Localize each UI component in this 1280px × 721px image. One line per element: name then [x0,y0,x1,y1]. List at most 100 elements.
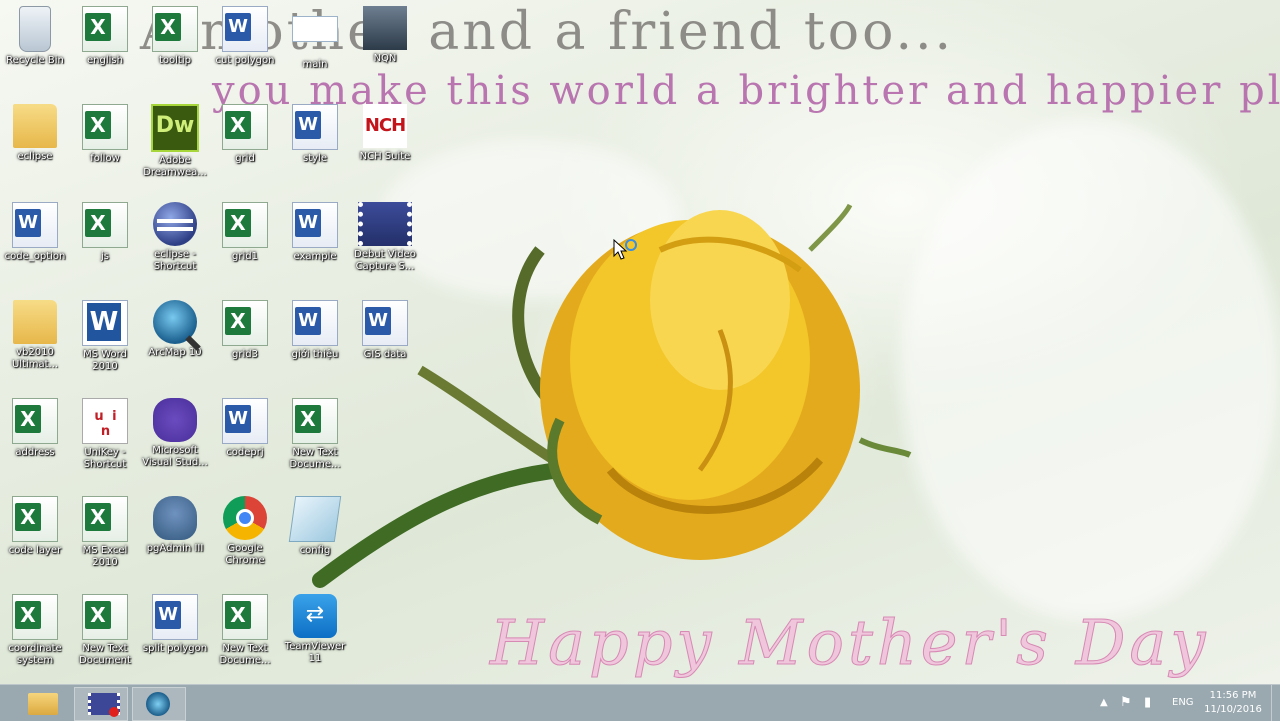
desktop-icon-address[interactable]: address [0,394,70,486]
desktop-icon-label: grid1 [232,251,258,262]
desktop-icon-recycle-bin[interactable]: Recycle Bin [0,2,70,94]
taskbar: ▲ ⚑ ▮ ENG 11:56 PM 11/10/2016 [0,684,1280,721]
desktop-icon-new-text-docume[interactable]: New Text Docume... [280,394,350,486]
desktop-icon-english[interactable]: english [70,2,140,94]
desktop-icon-main[interactable]: main [280,2,350,94]
desktop-icon-grid3[interactable]: grid3 [210,296,280,388]
desktop-icon-example[interactable]: example [280,198,350,290]
desktop-icon-nch-suite[interactable]: NCH NCH Suite [350,100,420,192]
word-file-icon [222,6,268,52]
desktop-icon-code-layer[interactable]: code layer [0,492,70,584]
excel-file-icon [82,202,128,248]
desktop-icon-label: vb2010 Ultimat... [11,347,59,370]
desktop-icon-label: giới thiệu [291,349,339,360]
desktop-icon-nqn[interactable]: NQN [350,2,420,94]
desktop-icon-google-chrome[interactable]: Google Chrome [210,492,280,584]
desktop-icon-coordinate-system[interactable]: coordinate system [0,590,70,682]
desktop-icon-label: split polygon [142,643,208,654]
action-center-flag-icon[interactable]: ⚑ [1120,685,1132,721]
taskbar-file-explorer[interactable] [16,687,68,719]
desktop-icon-label: english [87,55,123,66]
desktop-icon-js[interactable]: js [70,198,140,290]
word-file-icon [292,104,338,150]
excel-file-icon [82,104,128,150]
desktop-icon-label: tooltip [159,55,191,66]
arcmap-icon [153,300,197,344]
mouse-cursor-icon [613,238,637,260]
excel-file-icon [222,202,268,248]
window-icon [292,16,338,42]
desktop-icon-label: config [299,545,331,556]
desktop-icon-new-text-document-2[interactable]: New Text Docume... [210,590,280,682]
desktop-icon-label: NQN [373,53,397,64]
dreamweaver-icon: Dw [151,104,199,152]
desktop-icon-follow[interactable]: follow [70,100,140,192]
excel-file-icon [82,496,128,542]
desktop-icon-label: style [303,153,327,164]
desktop-icon-unikey[interactable]: UniKey - Shortcut [70,394,140,486]
desktop-icon-label: New Text Document [79,643,131,666]
desktop-icon-label: address [15,447,55,458]
desktop-icon-label: code_option [4,251,66,262]
folder-icon [28,693,58,715]
word-file-icon [362,300,408,346]
input-language-indicator[interactable]: ENG [1172,685,1194,721]
network-icon[interactable]: ▮ [1144,685,1151,721]
desktop-icon-debut-video[interactable]: Debut Video Capture S... [350,198,420,290]
nch-suite-icon: NCH [363,104,407,148]
excel-file-icon [222,300,268,346]
folder-icon [13,104,57,148]
desktop-icon-cut-polygon[interactable]: cut polygon [210,2,280,94]
desktop-icon-config[interactable]: config [280,492,350,584]
desktop-icon-gis-data[interactable]: GIS data [350,296,420,388]
word-file-icon [292,300,338,346]
pgadmin-icon [153,496,197,540]
excel-file-icon [222,104,268,150]
desktop-icon-dreamweaver[interactable]: Dw Adobe Dreamwea... [140,100,210,192]
show-desktop-button[interactable] [1271,685,1280,721]
video-capture-icon [88,693,120,717]
desktop-icon-split-polygon[interactable]: split polygon [140,590,210,682]
desktop-icon-label: cut polygon [215,55,275,66]
desktop: A mother and a friend too... you make th… [0,0,1280,684]
excel-file-icon [152,6,198,52]
desktop-icon-new-text-document[interactable]: New Text Document [70,590,140,682]
desktop-icon-label: grid [235,153,255,164]
desktop-icon-vb2010[interactable]: vb2010 Ultimat... [0,296,70,388]
eclipse-icon [153,202,197,246]
system-clock[interactable]: 11:56 PM 11/10/2016 [1202,689,1264,717]
desktop-icon-label: New Text Docume... [289,447,341,470]
desktop-icon-label: Google Chrome [225,543,265,566]
excel-file-icon [292,398,338,444]
desktop-icon-label: TeamViewer 11 [284,641,346,664]
desktop-icon-arcmap[interactable]: ArcMap 10 [140,296,210,388]
desktop-icon-tooltip[interactable]: tooltip [140,2,210,94]
desktop-icon-label: NCH Suite [359,151,411,162]
desktop-icon-teamviewer[interactable]: TeamViewer 11 [280,590,350,682]
desktop-icon-grid[interactable]: grid [210,100,280,192]
desktop-icon-code-option[interactable]: code_option [0,198,70,290]
desktop-icon-label: pgAdmin III [146,543,204,554]
desktop-icon-ms-excel[interactable]: MS Excel 2010 [70,492,140,584]
wallpaper-greeting: Happy Mother's Day [489,606,1210,680]
desktop-icon-grid1[interactable]: grid1 [210,198,280,290]
tray-overflow-button[interactable]: ▲ [1100,685,1108,721]
word-file-icon [292,202,338,248]
desktop-icon-pgadmin[interactable]: pgAdmin III [140,492,210,584]
desktop-icon-codeprj[interactable]: codeprj [210,394,280,486]
desktop-icon-style[interactable]: style [280,100,350,192]
desktop-icon-visual-studio[interactable]: Microsoft Visual Stud... [140,394,210,486]
taskbar-debut-video-capture[interactable] [74,687,128,721]
desktop-icon-eclipse-shortcut[interactable]: eclipse - Shortcut [140,198,210,290]
desktop-icon-gioi-thieu[interactable]: giới thiệu [280,296,350,388]
desktop-icon-ms-word[interactable]: MS Word 2010 [70,296,140,388]
clock-date: 11/10/2016 [1204,704,1262,715]
excel-file-icon [82,594,128,640]
desktop-icon-eclipse-folder[interactable]: eclipse [0,100,70,192]
desktop-icon-label: Microsoft Visual Stud... [142,445,208,468]
desktop-icon-label: code layer [8,545,62,556]
taskbar-arcmap[interactable] [132,687,186,721]
desktop-icon-label: GIS data [363,349,407,360]
desktop-icon-label: follow [90,153,120,164]
desktop-icon-label: grid3 [232,349,258,360]
